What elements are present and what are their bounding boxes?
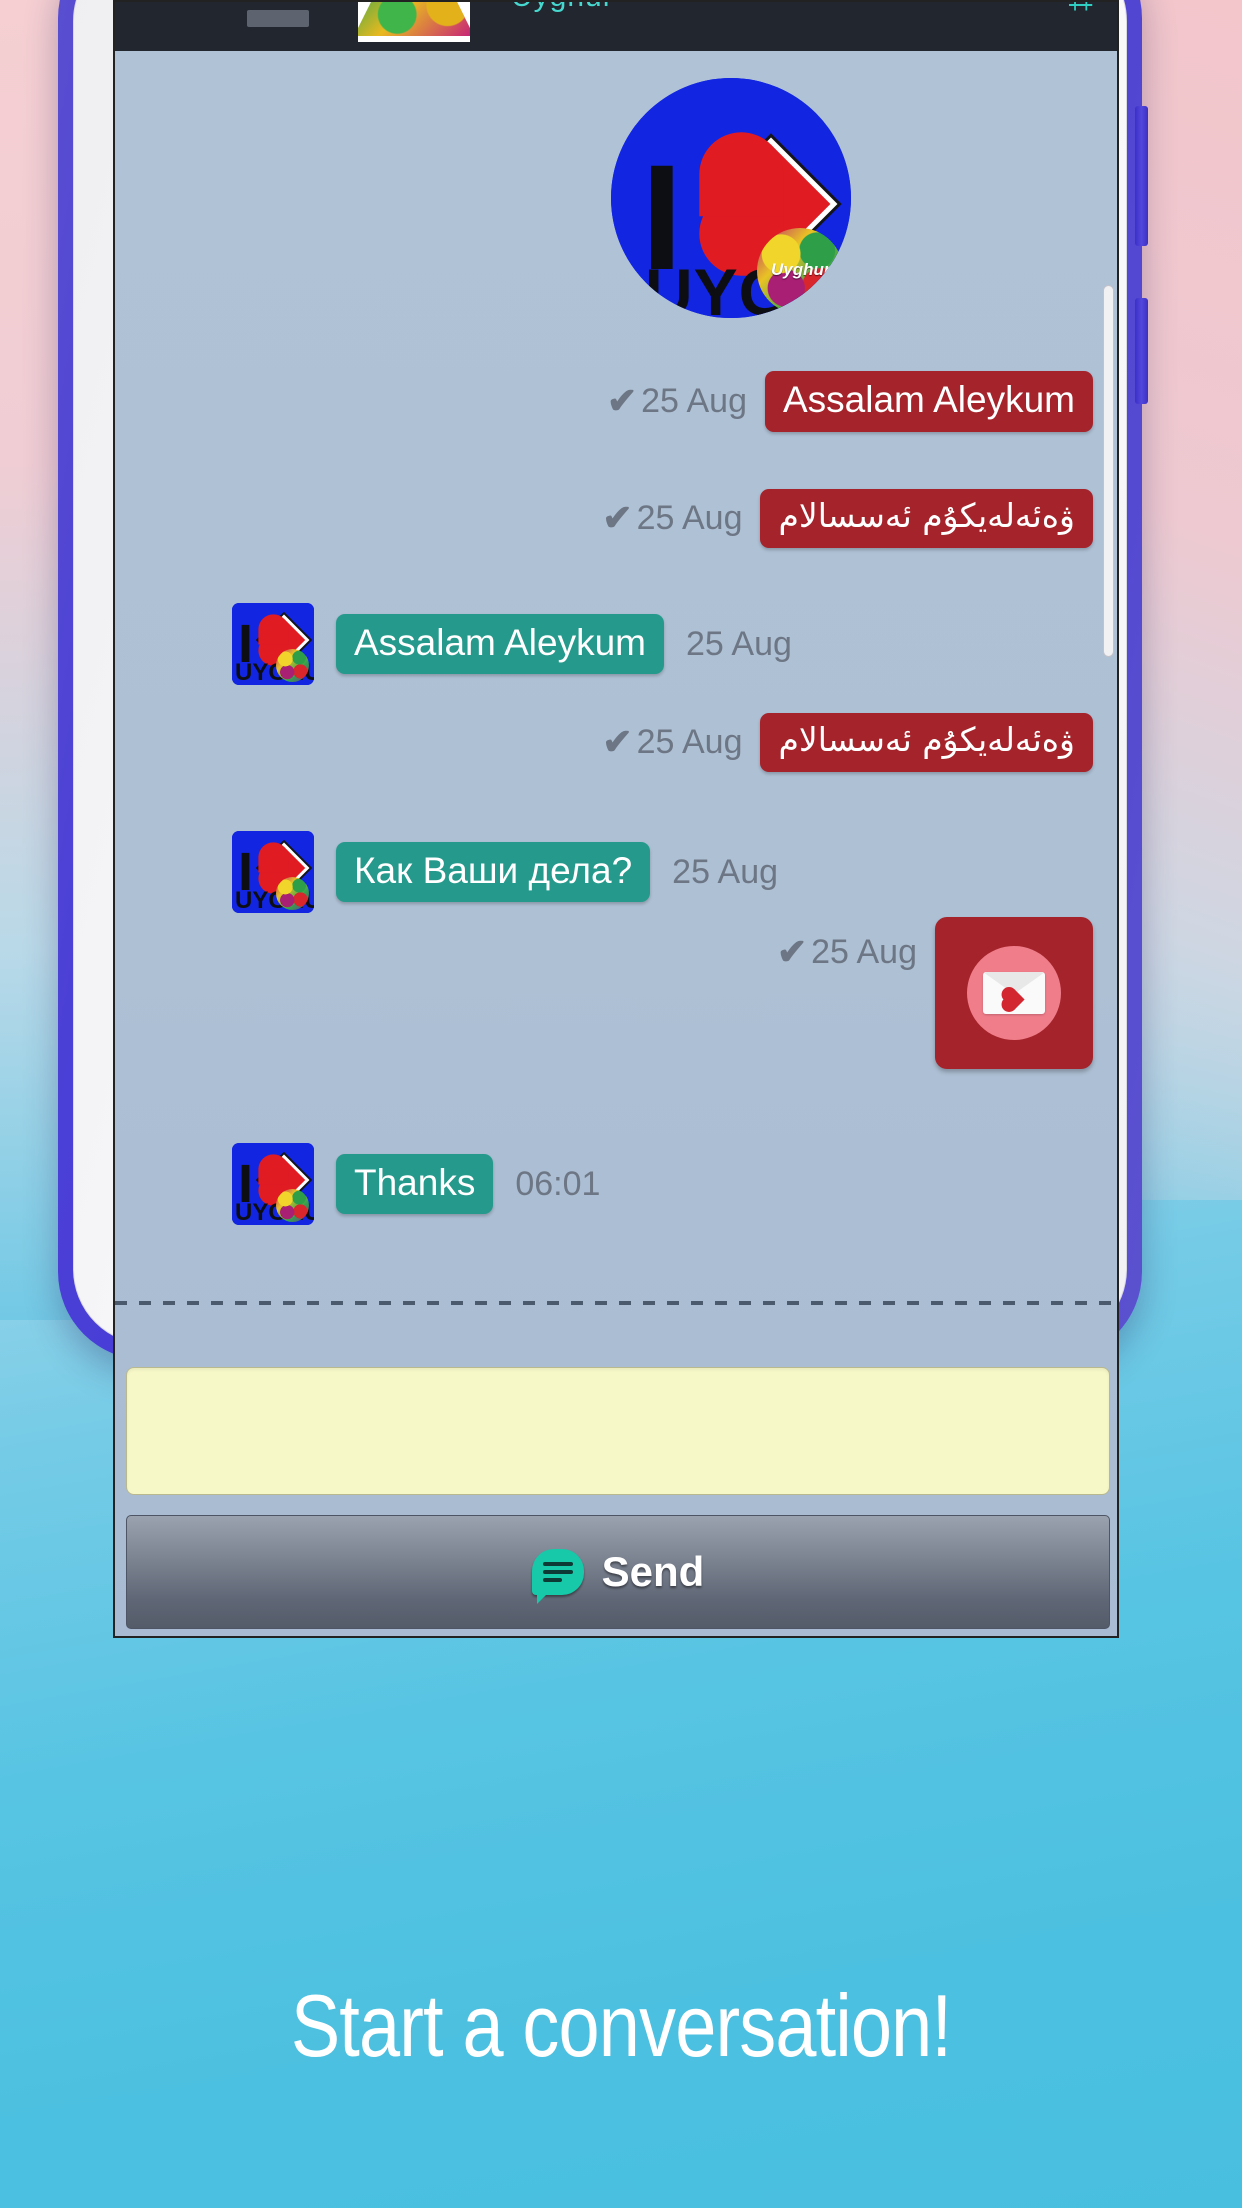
message-time: 25 Aug — [672, 852, 779, 891]
message-bubble[interactable]: ۋەئەلەيكۇم ئەسسالام — [760, 713, 1093, 772]
action-bar-title: Uyghur — [511, 2, 614, 14]
drag-handle-icon[interactable] — [247, 10, 309, 27]
message-bubble[interactable]: Thanks — [336, 1153, 494, 1215]
chat-bubble-icon — [531, 1549, 584, 1604]
message-bubble[interactable]: Assalam Aleykum — [336, 613, 664, 675]
volume-button[interactable] — [1135, 106, 1148, 246]
sticker-circle — [967, 946, 1061, 1040]
action-bar: Uyghur ⌗ — [115, 2, 1117, 51]
message-meta: ✔ 25 Aug — [607, 380, 747, 422]
message-row[interactable]: ✔ 25 Aug ۋەئەلەيكۇم ئەسسالام — [602, 489, 1093, 548]
heart-icon — [1003, 988, 1025, 1011]
message-time: 25 Aug — [811, 932, 917, 971]
love-letter-sticker[interactable] — [935, 917, 1093, 1069]
composer-divider — [115, 1301, 1117, 1305]
message-time: 25 Aug — [641, 381, 747, 420]
avatar-artwork: I UYGHUR — [232, 1143, 314, 1225]
sent-tick-icon: ✔ — [602, 721, 633, 763]
envelope-icon — [983, 972, 1045, 1014]
message-row[interactable]: I UYGHUR Как Ваши дела? 25 Aug — [232, 831, 778, 913]
avatar-badge-icon — [276, 877, 309, 910]
message-meta: ✔ 25 Aug — [602, 497, 742, 539]
send-button[interactable]: Send — [126, 1515, 1110, 1629]
message-row[interactable]: ✔ 25 Aug — [777, 917, 1093, 1069]
power-button[interactable] — [1135, 298, 1148, 404]
contact-avatar[interactable]: I UYGHUR UyghurLove — [611, 78, 851, 318]
sender-avatar[interactable]: I UYGHUR — [232, 603, 314, 685]
avatar-artwork: I UYGHUR — [232, 831, 314, 913]
avatar-badge-text: UyghurLove — [771, 260, 851, 279]
chat-scrollbar-thumb[interactable] — [1103, 285, 1114, 657]
message-row[interactable]: ✔ 25 Aug Assalam Aleykum — [607, 371, 1093, 432]
message-bubble[interactable]: Как Ваши дела? — [336, 841, 651, 903]
more-options-icon[interactable]: ⌗ — [1068, 2, 1093, 22]
app-screen: Uyghur ⌗ I UYGHUR UyghurLove ✔ 25 Aug As… — [113, 0, 1119, 1638]
promo-caption: Start a conversation! — [290, 1976, 952, 2075]
message-meta: ✔ 25 Aug — [602, 721, 742, 763]
message-time: 25 Aug — [636, 498, 743, 537]
send-button-label: Send — [601, 1548, 705, 1595]
avatar-artwork: I UYGHUR UyghurLove — [611, 78, 851, 318]
contact-thumbnail[interactable] — [358, 0, 470, 42]
sender-avatar[interactable]: I UYGHUR — [232, 1143, 314, 1225]
message-row[interactable]: ✔ 25 Aug ۋەئەلەيكۇم ئەسسالام — [602, 713, 1093, 772]
message-row[interactable]: I UYGHUR Thanks 06:01 — [232, 1143, 600, 1225]
message-time: 25 Aug — [686, 624, 792, 663]
chat-message-list[interactable]: I UYGHUR UyghurLove ✔ 25 Aug Assalam Ale… — [115, 51, 1117, 1636]
message-time: 25 Aug — [636, 722, 743, 761]
sender-avatar[interactable]: I UYGHUR — [232, 831, 314, 913]
sent-tick-icon: ✔ — [776, 931, 808, 972]
message-row[interactable]: I UYGHUR Assalam Aleykum 25 Aug — [232, 603, 792, 685]
message-time: 06:01 — [515, 1164, 601, 1203]
avatar-artwork: I UYGHUR — [232, 603, 314, 685]
sent-tick-icon: ✔ — [602, 497, 633, 539]
message-input[interactable] — [126, 1367, 1110, 1495]
avatar-badge-icon — [276, 1189, 309, 1222]
sent-tick-icon: ✔ — [606, 380, 638, 422]
message-bubble[interactable]: Assalam Aleykum — [765, 371, 1093, 432]
thumbnail-art — [358, 0, 470, 36]
message-meta: ✔ 25 Aug — [777, 931, 917, 973]
message-bubble[interactable]: ۋەئەلەيكۇم ئەسسالام — [760, 489, 1093, 548]
avatar-badge-icon — [276, 649, 309, 682]
